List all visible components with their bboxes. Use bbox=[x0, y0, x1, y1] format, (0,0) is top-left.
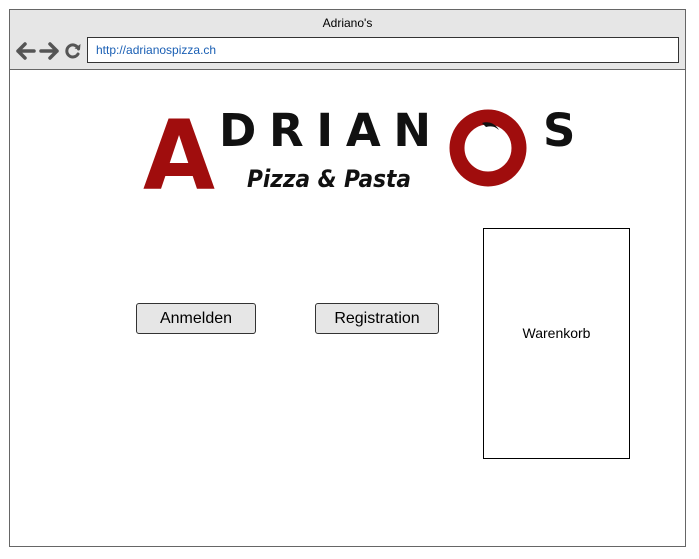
arrow-left-icon[interactable] bbox=[16, 41, 36, 61]
page-content: A DRIAN S Pizza & Pasta Anmelden Registr… bbox=[10, 70, 685, 547]
shopping-cart-panel[interactable]: Warenkorb bbox=[483, 228, 630, 459]
adrianos-logo: A DRIAN S Pizza & Pasta bbox=[143, 105, 573, 193]
address-bar[interactable]: http://adrianospizza.ch bbox=[87, 37, 679, 63]
url-text: http://adrianospizza.ch bbox=[96, 43, 217, 57]
browser-window: Adriano's http://adrianospizza.ch A DRIA… bbox=[9, 9, 686, 547]
browser-titlebar: Adriano's http://adrianospizza.ch bbox=[10, 10, 685, 70]
logo-initial: A bbox=[143, 105, 215, 193]
logo-tagline: Pizza & Pasta bbox=[247, 165, 411, 193]
logo-ending: S bbox=[543, 105, 573, 157]
reload-icon[interactable] bbox=[63, 41, 83, 61]
logo-name: DRIAN bbox=[219, 105, 431, 157]
login-button[interactable]: Anmelden bbox=[136, 303, 256, 334]
window-title: Adriano's bbox=[322, 16, 373, 30]
cart-label: Warenkorb bbox=[522, 325, 591, 341]
arrow-right-icon[interactable] bbox=[39, 41, 59, 61]
register-button[interactable]: Registration bbox=[315, 303, 439, 334]
